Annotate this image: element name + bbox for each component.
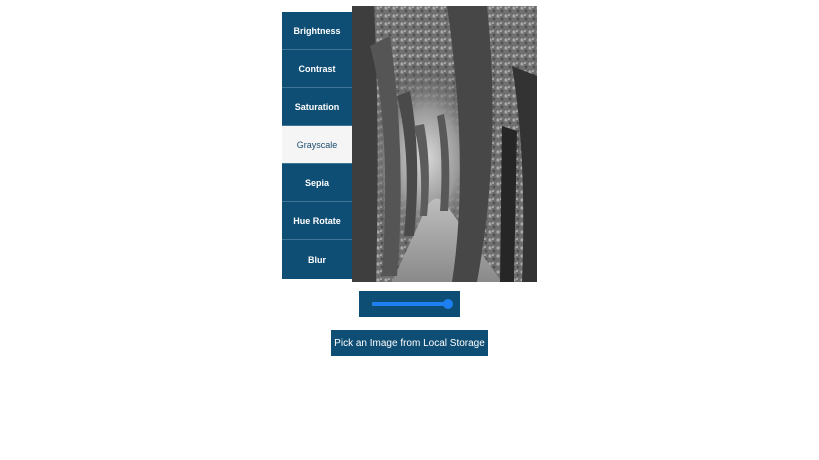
filter-contrast-button[interactable]: Contrast bbox=[282, 50, 352, 88]
slider-thumb[interactable] bbox=[442, 299, 453, 309]
preview-image bbox=[352, 6, 537, 282]
slider-fill bbox=[371, 302, 448, 306]
editor-stage: Brightness Contrast Saturation Grayscale… bbox=[0, 0, 819, 460]
filter-menu: Brightness Contrast Saturation Grayscale… bbox=[282, 12, 352, 279]
tree-tunnel-photo bbox=[352, 6, 537, 282]
filter-brightness-button[interactable]: Brightness bbox=[282, 12, 352, 50]
filter-sepia-button[interactable]: Sepia bbox=[282, 164, 352, 202]
filter-slider-container bbox=[359, 291, 460, 317]
filter-slider[interactable] bbox=[371, 299, 453, 309]
filter-hue-rotate-button[interactable]: Hue Rotate bbox=[282, 202, 352, 240]
pick-image-button[interactable]: Pick an Image from Local Storage bbox=[331, 330, 488, 356]
filter-grayscale-button[interactable]: Grayscale bbox=[282, 126, 352, 164]
filter-blur-button[interactable]: Blur bbox=[282, 240, 352, 279]
filter-saturation-button[interactable]: Saturation bbox=[282, 88, 352, 126]
